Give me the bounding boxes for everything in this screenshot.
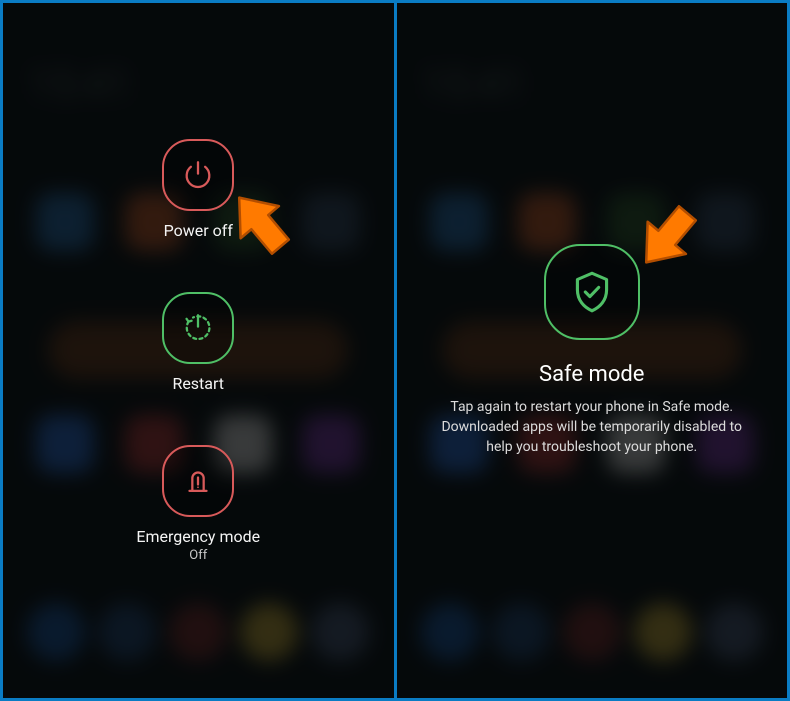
emergency-icon-frame xyxy=(162,445,234,517)
shield-check-icon xyxy=(567,267,617,317)
safe-mode-confirm: Safe mode Tap again to restart your phon… xyxy=(397,3,788,698)
restart-icon-frame xyxy=(162,292,234,364)
safe-mode-button[interactable] xyxy=(544,244,640,340)
power-icon xyxy=(181,158,215,192)
screenshot-panel-power-menu: 15:41 xyxy=(3,3,394,698)
power-off-icon-frame xyxy=(162,139,234,211)
power-off-label: Power off xyxy=(164,221,233,240)
emergency-mode-button[interactable]: Emergency mode Off xyxy=(136,445,260,563)
restart-icon xyxy=(181,311,215,345)
screenshot-panel-safe-mode: 15:41 xyxy=(397,3,788,698)
emergency-siren-icon xyxy=(181,464,215,498)
restart-button[interactable]: Restart xyxy=(162,292,234,393)
emergency-sublabel: Off xyxy=(189,548,207,563)
power-off-button[interactable]: Power off xyxy=(162,139,234,240)
safe-mode-description: Tap again to restart your phone in Safe … xyxy=(427,397,757,458)
power-menu: Power off Restart xyxy=(3,3,394,698)
restart-label: Restart xyxy=(172,374,224,393)
emergency-label: Emergency mode xyxy=(136,527,260,546)
safe-mode-title: Safe mode xyxy=(539,362,644,387)
